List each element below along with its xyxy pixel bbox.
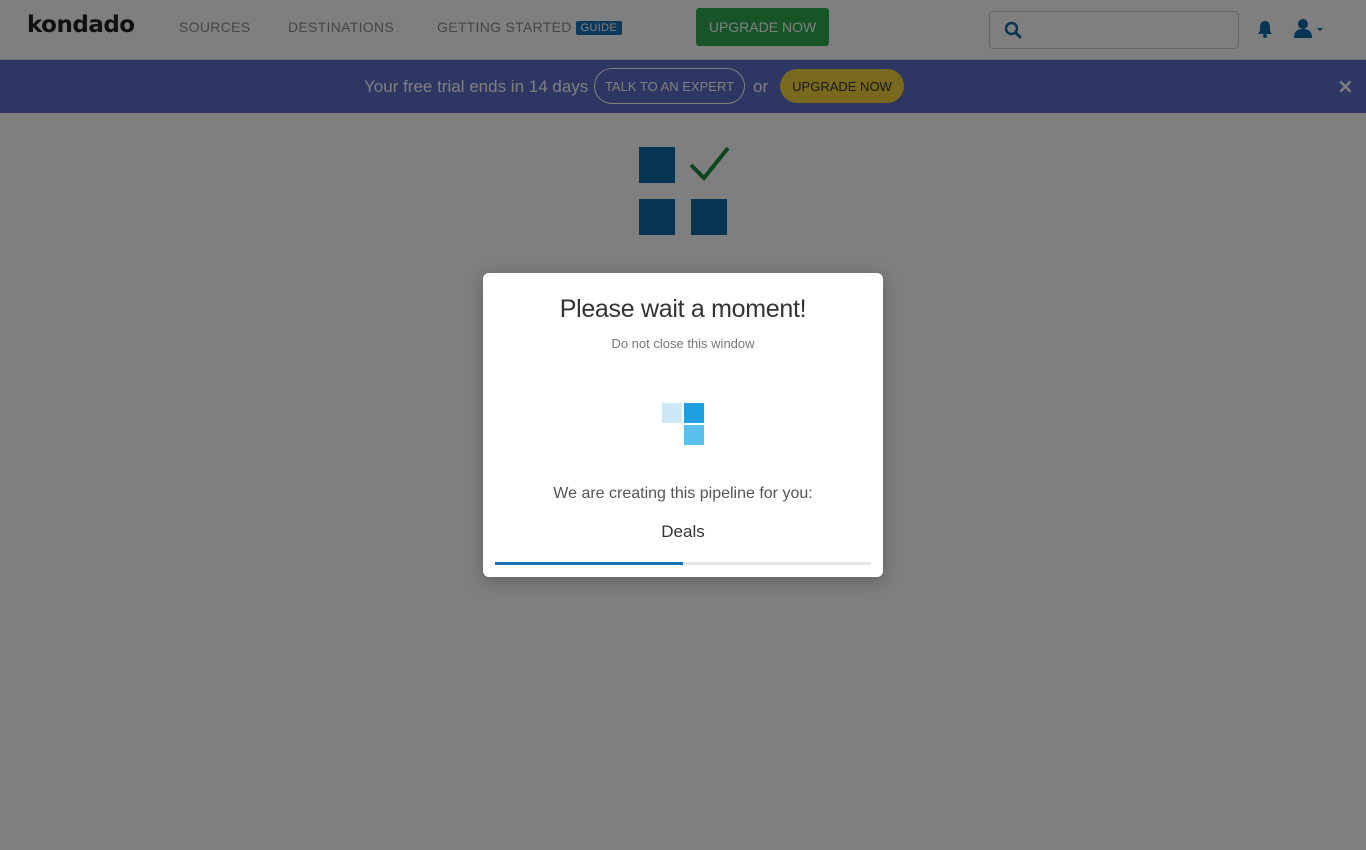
creating-pipeline-text: We are creating this pipeline for you:	[553, 485, 813, 502]
modal-subtitle: Do not close this window	[611, 336, 755, 351]
pipeline-creation-modal: Please wait a moment! Do not close this …	[483, 273, 883, 577]
progress-bar	[495, 562, 871, 565]
pipeline-name: Deals	[661, 522, 705, 541]
loader-icon	[662, 403, 706, 451]
modal-title: Please wait a moment!	[559, 295, 807, 323]
progress-bar-fill	[495, 562, 683, 565]
